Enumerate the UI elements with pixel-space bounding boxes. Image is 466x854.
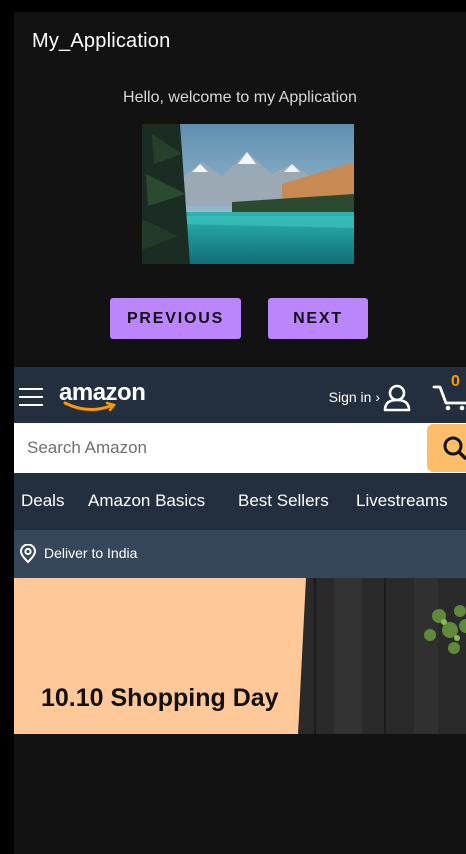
nav-item-amazon-basics[interactable]: Amazon Basics — [88, 491, 205, 511]
nav-item-best-sellers[interactable]: Best Sellers — [238, 491, 329, 511]
search-button[interactable] — [427, 424, 466, 472]
nav-item-livestreams[interactable]: Livestreams — [356, 491, 448, 511]
cart-count-badge: 0 — [451, 373, 460, 390]
amazon-header: amazon Sign in › 0 — [14, 367, 466, 423]
amazon-nav-strip: Deals Amazon Basics Best Sellers Livestr… — [14, 473, 466, 530]
user-icon[interactable] — [382, 384, 412, 412]
search-bar — [15, 423, 466, 473]
previous-button[interactable]: PREVIOUS — [110, 298, 241, 339]
cart-icon[interactable] — [432, 377, 466, 411]
hero-title: 10.10 Shopping Day — [41, 684, 279, 712]
app-screen: My_Application Hello, welcome to my Appl… — [14, 12, 466, 854]
search-icon — [443, 436, 466, 460]
welcome-text: Hello, welcome to my Application — [123, 89, 357, 106]
sign-in-link[interactable]: Sign in › — [329, 389, 380, 405]
amazon-webview[interactable]: amazon Sign in › 0 Search Amazon Deals A… — [14, 367, 466, 734]
location-pin-icon — [19, 544, 37, 564]
next-button[interactable]: NEXT — [268, 298, 368, 339]
app-title: My_Application — [32, 30, 171, 52]
hamburger-menu-icon[interactable] — [19, 388, 43, 406]
deliver-to-bar[interactable]: Deliver to India — [14, 530, 466, 578]
search-input[interactable] — [15, 423, 437, 473]
hero-banner[interactable]: 10.10 Shopping Day — [14, 578, 466, 734]
nav-item-deals[interactable]: Deals — [21, 491, 64, 511]
landscape-image — [142, 124, 354, 264]
deliver-to-text: Deliver to India — [44, 545, 138, 561]
amazon-smile-icon — [63, 401, 117, 412]
